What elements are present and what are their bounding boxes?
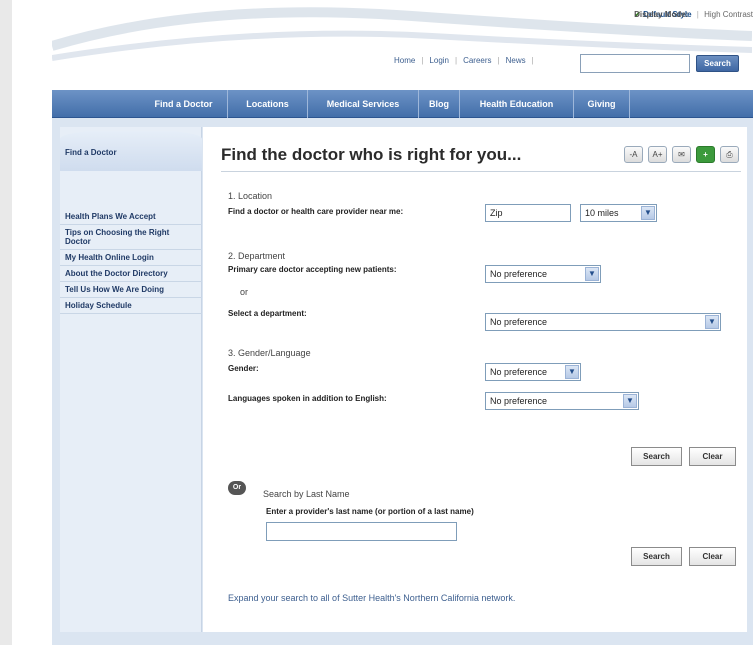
nav-find-a-doctor[interactable]: Find a Doctor bbox=[140, 90, 228, 118]
news-link[interactable]: News bbox=[506, 56, 526, 65]
lastname-clear-button[interactable]: Clear bbox=[689, 547, 736, 566]
lastname-label: Enter a provider's last name (or portion… bbox=[266, 507, 474, 516]
chevron-down-icon: ▼ bbox=[623, 394, 637, 408]
utility-nav: Home | Login | Careers | News | bbox=[394, 56, 534, 65]
primary-care-select[interactable]: No preference ▼ bbox=[485, 265, 601, 283]
main-nav: Find a Doctor Locations Medical Services… bbox=[52, 90, 753, 118]
print-icon[interactable]: ⎙ bbox=[720, 146, 739, 163]
location-section-title: 1. Location bbox=[228, 191, 273, 201]
department-select[interactable]: No preference ▼ bbox=[485, 313, 721, 331]
display-mode: Display Mode: ✔ Default Style | High Con… bbox=[634, 10, 753, 19]
gender-select[interactable]: No preference ▼ bbox=[485, 363, 581, 381]
page-tools: -A A+ ✉ + ⎙ bbox=[624, 146, 739, 163]
language-select[interactable]: No preference ▼ bbox=[485, 392, 639, 410]
expand-search-link[interactable]: Expand your search to all of Sutter Heal… bbox=[228, 593, 515, 603]
chevron-down-icon: ▼ bbox=[641, 206, 655, 220]
distance-select-value: 10 miles bbox=[585, 208, 619, 218]
login-link[interactable]: Login bbox=[429, 56, 449, 65]
clear-button[interactable]: Clear bbox=[689, 447, 736, 466]
nav-blog[interactable]: Blog bbox=[419, 90, 460, 118]
lastname-input[interactable] bbox=[266, 522, 457, 541]
gender-label: Gender: bbox=[228, 364, 259, 373]
primary-care-label: Primary care doctor accepting new patien… bbox=[228, 265, 397, 274]
nav-locations[interactable]: Locations bbox=[228, 90, 308, 118]
sidebar-title[interactable]: Find a Doctor bbox=[60, 131, 202, 171]
department-section-title: 2. Department bbox=[228, 251, 286, 261]
decrease-text-icon[interactable]: -A bbox=[624, 146, 643, 163]
lastname-section-title: Search by Last Name bbox=[263, 489, 350, 499]
nav-medical-services[interactable]: Medical Services bbox=[308, 90, 419, 118]
main-content: Find the doctor who is right for you... … bbox=[203, 127, 747, 632]
sidebar-item-holiday-schedule[interactable]: Holiday Schedule bbox=[60, 298, 202, 314]
chevron-down-icon: ▼ bbox=[585, 267, 599, 281]
language-select-value: No preference bbox=[490, 396, 548, 406]
sidebar-list: Health Plans We Accept Tips on Choosing … bbox=[60, 209, 202, 314]
sidebar-item-tips[interactable]: Tips on Choosing the Right Doctor bbox=[60, 225, 202, 250]
nav-health-education[interactable]: Health Education bbox=[460, 90, 574, 118]
or-badge: Or bbox=[228, 481, 246, 495]
distance-select[interactable]: 10 miles ▼ bbox=[580, 204, 657, 222]
share-icon[interactable]: + bbox=[696, 146, 715, 163]
site-search-button[interactable]: Search bbox=[696, 55, 739, 72]
chevron-down-icon: ▼ bbox=[565, 365, 579, 379]
high-contrast-link[interactable]: High Contrast bbox=[704, 10, 753, 19]
language-label: Languages spoken in addition to English: bbox=[228, 394, 387, 403]
sidebar-item-about-directory[interactable]: About the Doctor Directory bbox=[60, 266, 202, 282]
chevron-down-icon: ▼ bbox=[705, 315, 719, 329]
site-search-input[interactable] bbox=[580, 54, 690, 73]
search-button[interactable]: Search bbox=[631, 447, 682, 466]
careers-link[interactable]: Careers bbox=[463, 56, 491, 65]
sidebar-item-health-plans[interactable]: Health Plans We Accept bbox=[60, 209, 202, 225]
zip-input[interactable]: Zip bbox=[485, 204, 571, 222]
page-title: Find the doctor who is right for you... bbox=[221, 145, 522, 164]
lastname-search-button[interactable]: Search bbox=[631, 547, 682, 566]
email-icon[interactable]: ✉ bbox=[672, 146, 691, 163]
department-select-value: No preference bbox=[490, 317, 548, 327]
gender-language-section-title: 3. Gender/Language bbox=[228, 348, 311, 358]
page: Display Mode: ✔ Default Style | High Con… bbox=[12, 0, 753, 645]
display-mode-label: Display Mode: bbox=[634, 10, 689, 19]
or-text: or bbox=[240, 287, 249, 297]
sidebar-item-my-health-online[interactable]: My Health Online Login bbox=[60, 250, 202, 266]
gender-select-value: No preference bbox=[490, 367, 548, 377]
location-label: Find a doctor or health care provider ne… bbox=[228, 207, 404, 216]
increase-text-icon[interactable]: A+ bbox=[648, 146, 667, 163]
nav-giving[interactable]: Giving bbox=[574, 90, 630, 118]
title-divider bbox=[221, 171, 741, 172]
primary-care-select-value: No preference bbox=[490, 269, 548, 279]
department-label: Select a department: bbox=[228, 309, 307, 318]
sidebar: Find a Doctor Health Plans We Accept Tip… bbox=[60, 127, 202, 632]
sidebar-item-tell-us[interactable]: Tell Us How We Are Doing bbox=[60, 282, 202, 298]
home-link[interactable]: Home bbox=[394, 56, 415, 65]
content-frame: Find a Doctor Health Plans We Accept Tip… bbox=[52, 118, 753, 645]
